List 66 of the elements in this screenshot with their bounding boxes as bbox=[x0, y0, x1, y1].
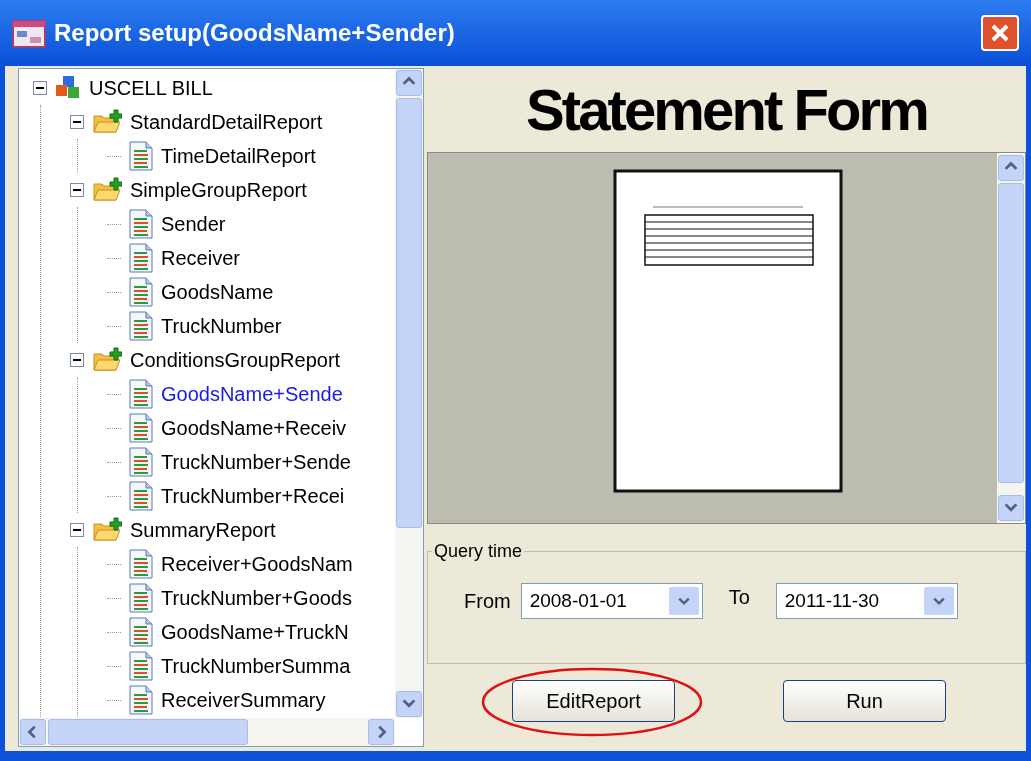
report-document-icon bbox=[129, 617, 153, 647]
vertical-scrollbar[interactable] bbox=[997, 153, 1025, 523]
collapse-toggle[interactable] bbox=[70, 353, 84, 367]
tree-item[interactable]: GoodsName+Sende bbox=[161, 379, 343, 409]
report-document-icon bbox=[129, 549, 153, 579]
close-icon bbox=[990, 23, 1010, 43]
scroll-up-icon[interactable] bbox=[396, 70, 422, 96]
scroll-down-icon[interactable] bbox=[396, 691, 422, 717]
banner-title: Statement Form bbox=[526, 81, 927, 139]
tree-item[interactable]: TruckNumber+Recei bbox=[161, 481, 345, 511]
date-dropdown[interactable]: 2008-01-01 bbox=[520, 583, 703, 619]
report-document-icon bbox=[129, 243, 153, 273]
action-button[interactable]: Run bbox=[783, 680, 946, 722]
tree-item[interactable]: TimeDetailReport bbox=[161, 141, 316, 171]
window-title: Report setup(GoodsName+Sender) bbox=[54, 18, 456, 48]
scroll-down-icon[interactable] bbox=[998, 495, 1024, 521]
report-document-icon bbox=[129, 651, 153, 681]
report-document-icon bbox=[129, 481, 153, 511]
scroll-left-icon[interactable] bbox=[20, 719, 46, 745]
collapse-toggle[interactable] bbox=[70, 115, 84, 129]
tree-item[interactable]: TruckNumber+Sende bbox=[161, 447, 351, 477]
tree-item[interactable]: Sender bbox=[161, 209, 226, 239]
report-document-icon bbox=[129, 685, 153, 715]
tree-item[interactable]: GoodsName+Receiv bbox=[161, 413, 347, 443]
folder-plus-icon bbox=[92, 109, 122, 135]
report-document-icon bbox=[129, 413, 153, 443]
tree-item[interactable]: GoodsName bbox=[161, 277, 274, 307]
horizontal-scrollbar[interactable] bbox=[19, 718, 395, 746]
report-document-icon bbox=[129, 447, 153, 477]
date-dropdown[interactable]: 2011-11-30 bbox=[775, 583, 958, 619]
chevron-down-icon[interactable] bbox=[923, 587, 954, 615]
folder-plus-icon bbox=[92, 517, 122, 543]
report-document-icon bbox=[129, 311, 153, 341]
tree-item[interactable]: TruckNumber bbox=[161, 311, 282, 341]
app-window-icon bbox=[12, 18, 46, 48]
collapse-toggle[interactable] bbox=[70, 523, 84, 537]
tree-item[interactable]: SummaryReport bbox=[130, 515, 276, 545]
tree-item[interactable]: GoodsName+TruckN bbox=[161, 617, 349, 647]
vertical-scrollbar[interactable] bbox=[395, 69, 423, 718]
tree-item[interactable]: Receiver bbox=[161, 243, 240, 273]
tree-item[interactable]: ConditionsGroupReport bbox=[130, 345, 341, 375]
folder-plus-icon bbox=[92, 177, 122, 203]
tree-item[interactable]: SimpleGroupReport bbox=[130, 175, 307, 205]
report-document-icon bbox=[129, 209, 153, 239]
from-label: From bbox=[464, 589, 511, 614]
report-document-icon bbox=[129, 379, 153, 409]
to-label: To bbox=[728, 585, 750, 610]
collapse-toggle[interactable] bbox=[33, 81, 47, 95]
chevron-down-icon[interactable] bbox=[668, 587, 699, 615]
blocks-icon bbox=[55, 75, 81, 101]
scroll-up-icon[interactable] bbox=[998, 155, 1024, 181]
report-document-icon bbox=[129, 277, 153, 307]
tree-item[interactable]: ReceiverSummary bbox=[161, 685, 326, 715]
tree-item[interactable]: USCELL BILL bbox=[89, 73, 213, 103]
close-button[interactable] bbox=[981, 15, 1019, 51]
tree-item[interactable]: TruckNumber+Goods bbox=[161, 583, 352, 613]
collapse-toggle[interactable] bbox=[70, 183, 84, 197]
scroll-right-icon[interactable] bbox=[368, 719, 394, 745]
tree-item[interactable]: Receiver+GoodsNam bbox=[161, 549, 353, 579]
tree-item[interactable]: TruckNumberSumma bbox=[161, 651, 351, 681]
group-legend: Query time bbox=[432, 538, 525, 565]
report-document-icon bbox=[129, 141, 153, 171]
report-document-icon bbox=[129, 583, 153, 613]
tree-item[interactable]: StandardDetailReport bbox=[130, 107, 323, 137]
action-button[interactable]: EditReport bbox=[512, 680, 675, 722]
folder-plus-icon bbox=[92, 347, 122, 373]
